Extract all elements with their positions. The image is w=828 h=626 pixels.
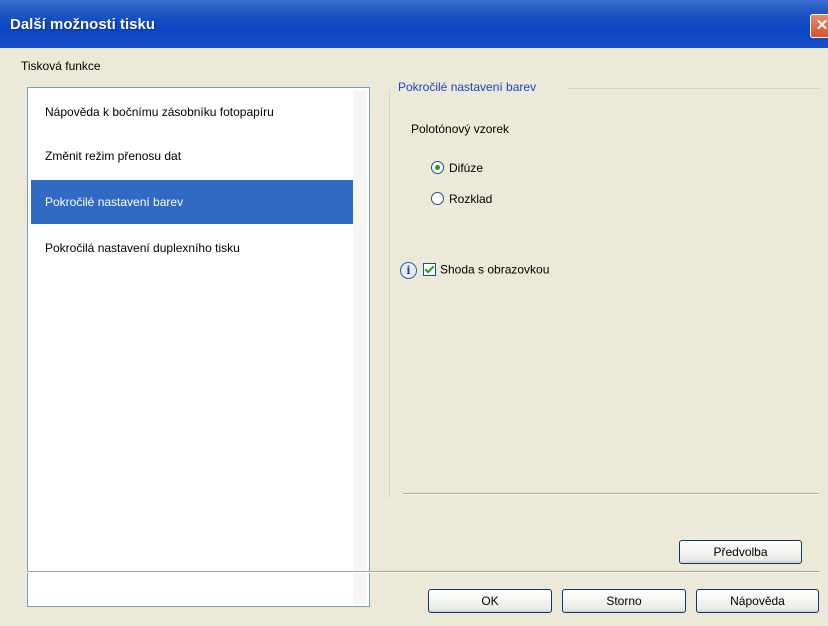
window-title: Další možnosti tisku [10,16,156,33]
title-bar: Další možnosti tisku ✕ [0,0,828,48]
ok-button[interactable]: OK [428,589,552,613]
info-icon: i [400,262,417,279]
radio-diffusion[interactable]: Difúze [431,161,483,175]
list-item-selected[interactable]: Pokročilé nastavení barev [31,180,353,224]
list-scrollbar[interactable] [353,90,367,604]
panel-divider [403,493,819,494]
feature-group-label: Tisková funkce [21,59,101,73]
section-title: Pokročilé nastavení barev [398,80,537,94]
settings-panel [389,90,820,498]
list-item[interactable]: Pokročilá nastavení duplexního tisku [31,226,353,270]
radio-button[interactable] [431,192,444,205]
list-item[interactable]: Nápověda k bočnímu zásobníku fotopapíru [31,90,353,134]
help-button[interactable]: Nápověda [696,589,819,613]
list-item[interactable]: Změnit režim přenosu dat [31,134,353,178]
preset-button[interactable]: Předvolba [679,540,802,564]
close-icon[interactable]: ✕ [810,14,828,38]
cancel-button[interactable]: Storno [562,589,686,613]
halftone-label: Polotónový vzorek [411,122,510,136]
match-screen-option[interactable]: i Shoda s obrazovkou [400,262,549,279]
bottom-divider [27,571,820,572]
radio-dither[interactable]: Rozklad [431,192,492,206]
section-divider [568,88,820,89]
match-screen-checkbox[interactable] [423,262,436,276]
feature-list[interactable]: Nápověda k bočnímu zásobníku fotopapíru … [27,87,370,607]
radio-button[interactable] [431,161,444,174]
